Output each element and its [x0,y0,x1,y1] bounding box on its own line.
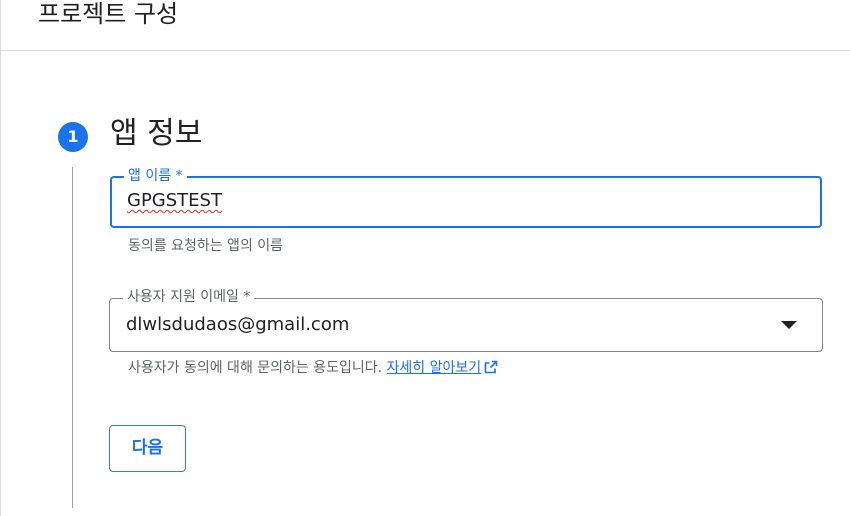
app-name-hint: 동의를 요청하는 앱의 이름 [128,238,284,254]
support-email-hint-text: 사용자가 동의에 대해 문의하는 용도입니다. [128,360,383,376]
arrow-drop-down-icon[interactable] [781,321,797,329]
step-title: 앱 정보 [110,116,203,151]
page-left-border [0,0,1,516]
support-email-hint: 사용자가 동의에 대해 문의하는 용도입니다. 자세히 알아보기 [128,358,498,380]
support-email-label: 사용자 지원 이메일 * [123,288,255,306]
page-title: 프로젝트 구성 [38,0,179,28]
step-number-badge: 1 [58,122,88,152]
app-name-input[interactable]: GPGSTEST [127,189,222,213]
app-name-field[interactable]: 앱 이름 * GPGSTEST [110,167,822,228]
app-name-label: 앱 이름 * [124,167,187,185]
learn-more-label: 자세히 알아보기 [386,360,482,376]
next-button[interactable]: 다음 [109,425,186,472]
support-email-value: dlwlsdudaos@gmail.com [126,314,350,335]
step-connector-line [72,167,73,508]
learn-more-link[interactable]: 자세히 알아보기 [387,360,482,376]
open-in-new-icon[interactable] [484,360,498,380]
page-header: 프로젝트 구성 [0,0,850,51]
support-email-select[interactable]: 사용자 지원 이메일 * dlwlsdudaos@gmail.com [109,288,823,352]
